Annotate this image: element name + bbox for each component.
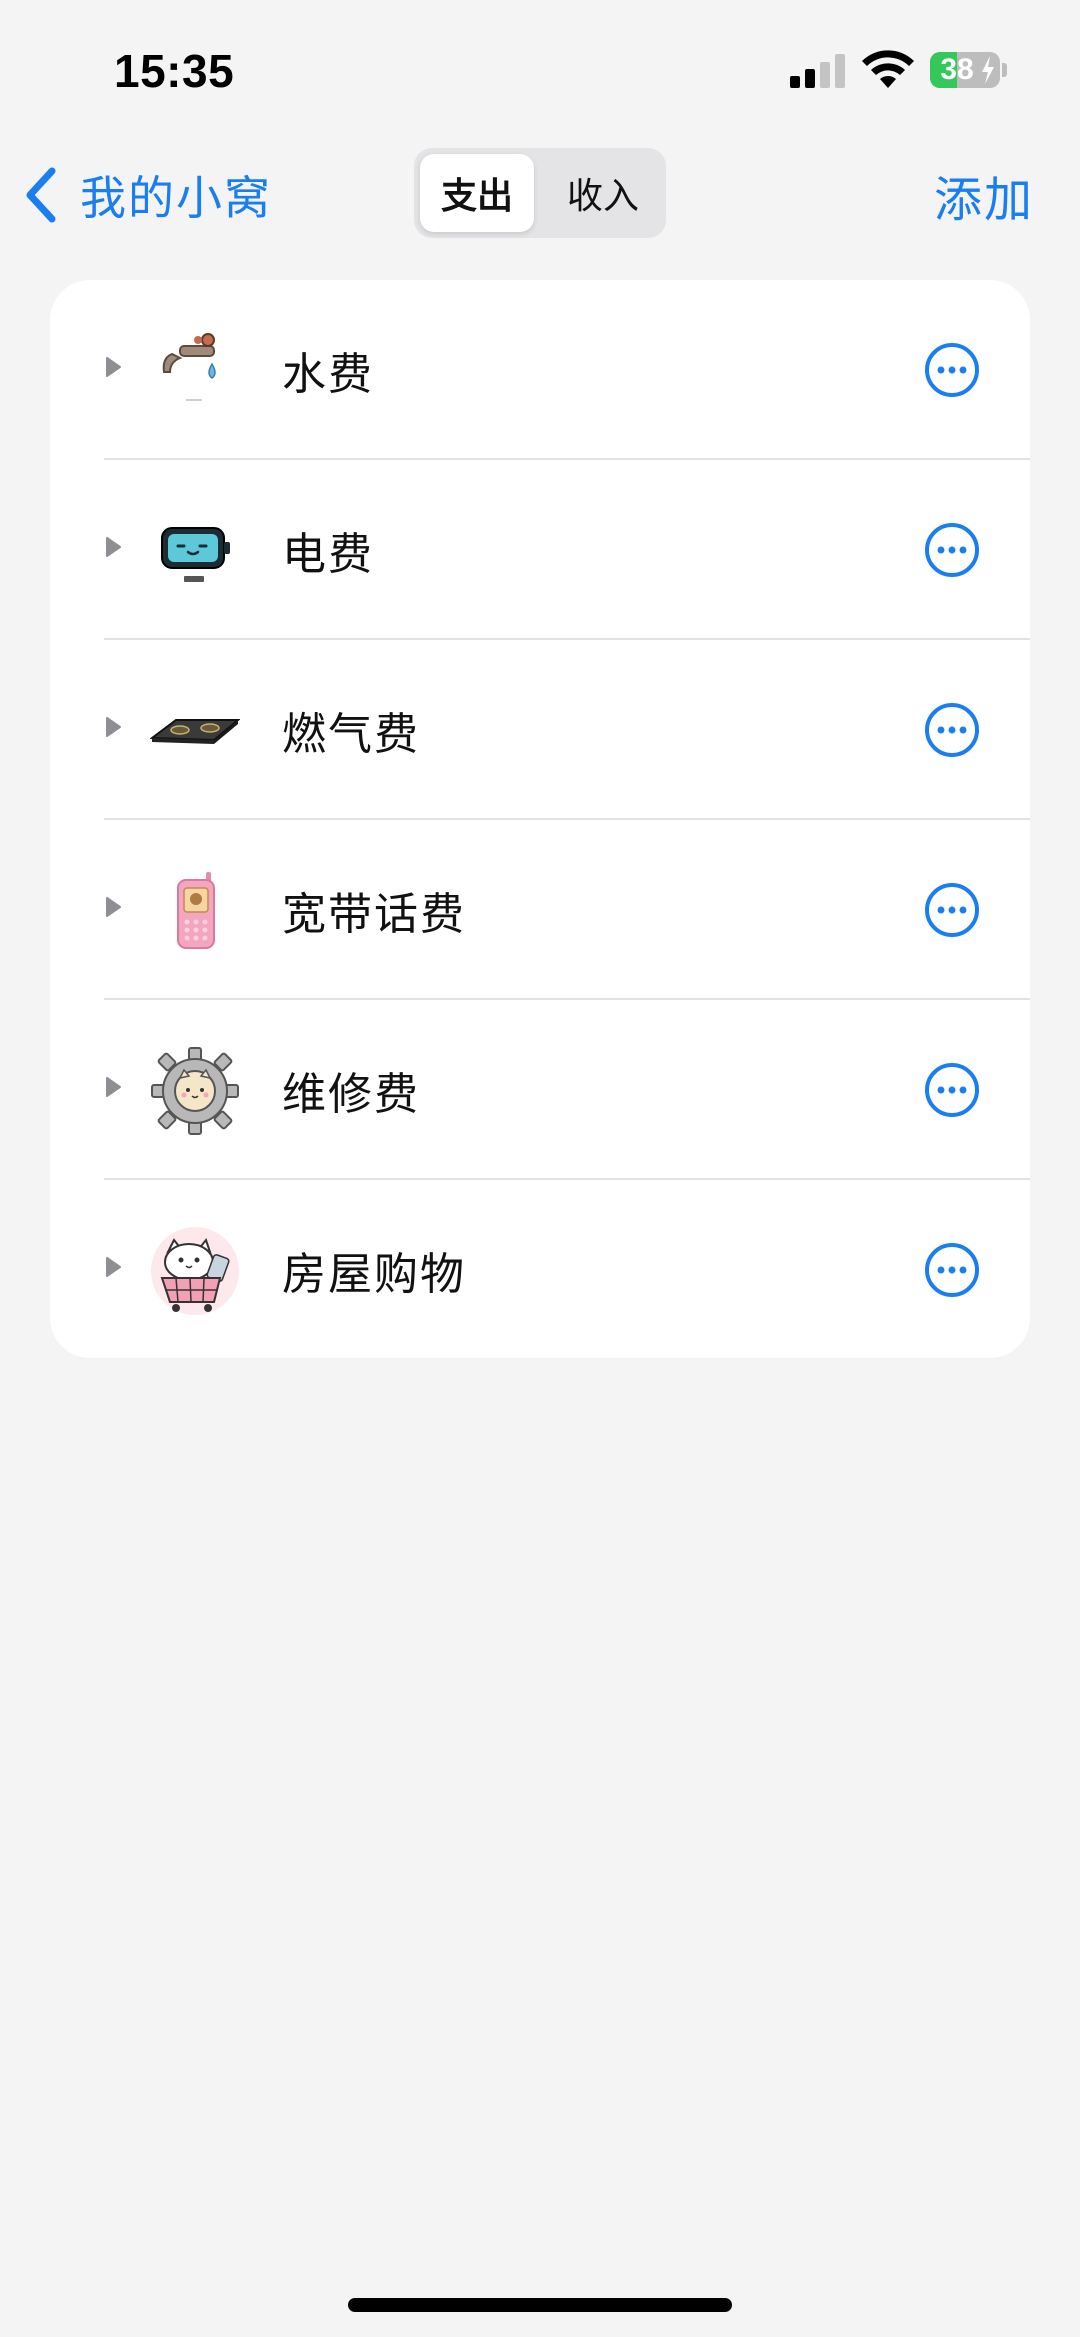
list-item[interactable]: 维修费: [50, 1000, 1030, 1180]
more-options-icon[interactable]: [924, 1062, 980, 1118]
list-item[interactable]: 电费: [50, 460, 1030, 640]
list-item[interactable]: 燃气费: [50, 640, 1030, 820]
gas-stove-icon: [150, 719, 240, 744]
battery-face-icon: [161, 527, 230, 582]
cat-shopping-cart-icon: [151, 1227, 239, 1315]
category-label: 水费: [282, 349, 374, 400]
pink-phone-icon: [177, 872, 215, 949]
more-options-icon[interactable]: [924, 522, 980, 578]
category-list: 水费 电费 燃气费 宽带话费 维修费 房屋购物: [50, 280, 1030, 1358]
back-label: 我的小窝: [80, 171, 272, 225]
segmented-control: 支出 收入: [414, 148, 666, 238]
disclosure-triangle-icon[interactable]: [104, 1076, 122, 1098]
wifi-icon: [862, 50, 914, 88]
home-indicator[interactable]: [348, 2298, 732, 2312]
status-bar: 15:35 38: [0, 0, 1080, 140]
navigation-bar: 我的小窝 支出 收入 添加: [0, 140, 1080, 250]
add-button[interactable]: 添加: [934, 158, 1034, 232]
more-options-icon[interactable]: [924, 342, 980, 398]
category-label: 电费: [282, 529, 374, 580]
more-options-icon[interactable]: [924, 882, 980, 938]
category-label: 燃气费: [282, 709, 420, 760]
battery-cap: [1002, 63, 1007, 77]
battery-level: 38: [940, 53, 974, 86]
disclosure-triangle-icon[interactable]: [104, 536, 122, 558]
disclosure-triangle-icon[interactable]: [104, 356, 122, 378]
disclosure-triangle-icon[interactable]: [104, 716, 122, 738]
status-time: 15:35: [114, 45, 235, 97]
category-label: 房屋购物: [282, 1249, 466, 1300]
gear-cat-icon: [151, 1047, 239, 1135]
segment-income[interactable]: 收入: [546, 154, 660, 232]
faucet-icon: [162, 333, 216, 401]
category-label: 宽带话费: [282, 889, 466, 940]
segment-expense[interactable]: 支出: [420, 154, 534, 232]
more-options-icon[interactable]: [924, 1242, 980, 1298]
list-item[interactable]: 水费: [50, 280, 1030, 460]
disclosure-triangle-icon[interactable]: [104, 1256, 122, 1278]
cellular-signal-icon: [790, 54, 845, 88]
back-button[interactable]: 我的小窝: [22, 160, 272, 230]
battery-charging-icon: 38: [930, 52, 1000, 88]
more-options-icon[interactable]: [924, 702, 980, 758]
chevron-left-icon: [26, 167, 56, 223]
disclosure-triangle-icon[interactable]: [104, 896, 122, 918]
category-label: 维修费: [282, 1069, 420, 1120]
charging-bolt-icon: [982, 56, 994, 84]
list-item[interactable]: 房屋购物: [50, 1180, 1030, 1358]
list-item[interactable]: 宽带话费: [50, 820, 1030, 1000]
